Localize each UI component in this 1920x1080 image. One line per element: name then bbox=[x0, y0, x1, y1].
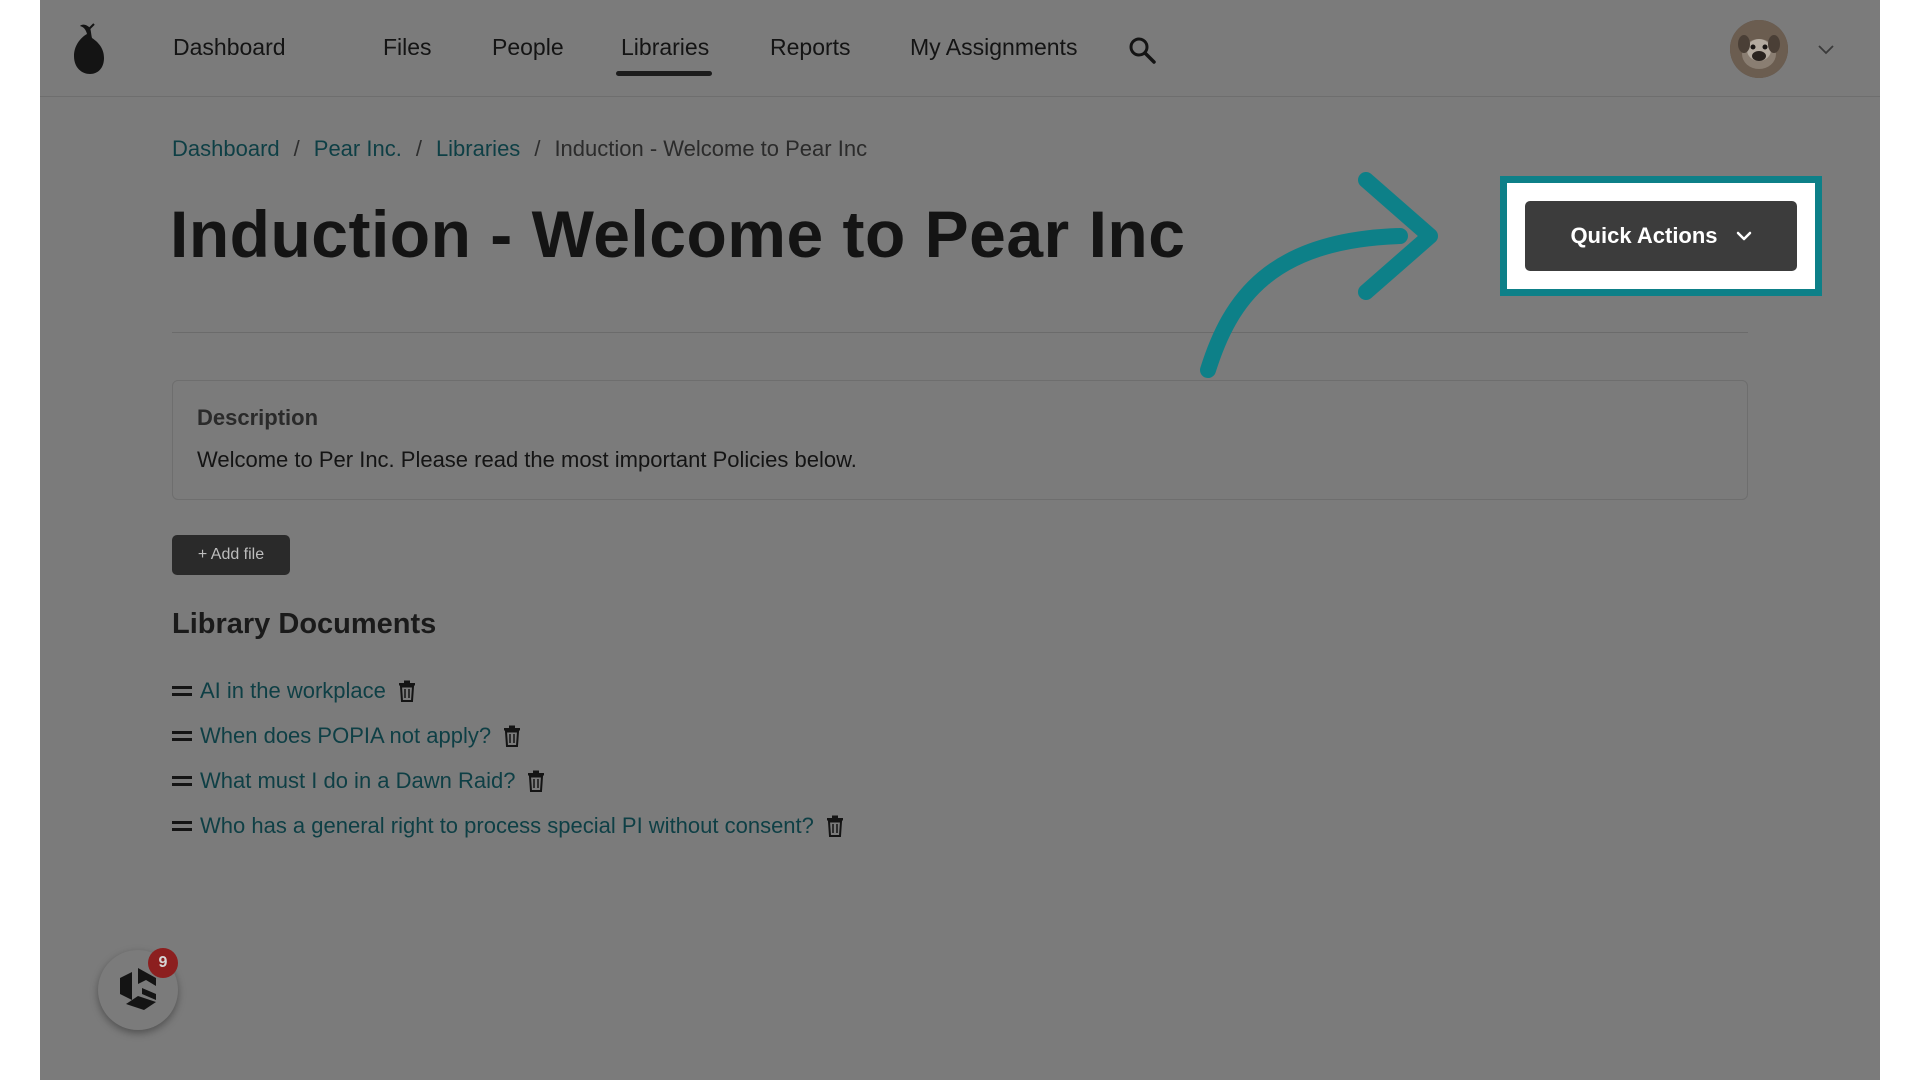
nav-active-indicator bbox=[616, 71, 712, 76]
add-file-button[interactable]: + Add file bbox=[172, 535, 290, 575]
notification-badge: 9 bbox=[148, 948, 178, 978]
description-panel: Description Welcome to Per Inc. Please r… bbox=[172, 380, 1748, 500]
trash-icon[interactable] bbox=[398, 680, 416, 702]
top-navigation: Dashboard Files People Libraries Reports… bbox=[40, 0, 1880, 97]
list-item: What must I do in a Dawn Raid? bbox=[172, 758, 844, 803]
chevron-down-icon[interactable] bbox=[1817, 42, 1835, 56]
nav-reports[interactable]: Reports bbox=[770, 34, 851, 61]
breadcrumb-dashboard[interactable]: Dashboard bbox=[172, 136, 280, 162]
app-window: Dashboard Files People Libraries Reports… bbox=[40, 0, 1880, 1080]
document-link[interactable]: What must I do in a Dawn Raid? bbox=[200, 768, 515, 794]
quick-actions-label: Quick Actions bbox=[1570, 223, 1718, 248]
description-text: Welcome to Per Inc. Please read the most… bbox=[197, 447, 857, 472]
drag-handle-icon[interactable] bbox=[172, 729, 192, 743]
title-divider bbox=[172, 332, 1748, 333]
description-heading: Description bbox=[197, 405, 319, 430]
document-link[interactable]: When does POPIA not apply? bbox=[200, 723, 491, 749]
list-item: Who has a general right to process speci… bbox=[172, 803, 844, 848]
chevron-down-icon bbox=[1736, 231, 1751, 241]
breadcrumb-separator: / bbox=[534, 136, 541, 161]
trash-icon[interactable] bbox=[527, 770, 545, 792]
library-documents-heading: Library Documents bbox=[172, 608, 437, 640]
breadcrumb-libraries[interactable]: Libraries bbox=[436, 136, 520, 162]
breadcrumb-separator: / bbox=[415, 136, 422, 161]
trash-icon[interactable] bbox=[826, 815, 844, 837]
document-link[interactable]: AI in the workplace bbox=[200, 678, 386, 704]
library-documents-list: AI in the workplace When does POPIA not … bbox=[172, 668, 844, 848]
trash-icon[interactable] bbox=[503, 725, 521, 747]
drag-handle-icon[interactable] bbox=[172, 819, 192, 833]
document-link[interactable]: Who has a general right to process speci… bbox=[200, 813, 814, 839]
curved-arrow-icon bbox=[1200, 172, 1438, 378]
quick-actions-button[interactable]: Quick Actions bbox=[1525, 201, 1797, 271]
nav-dashboard[interactable]: Dashboard bbox=[173, 34, 286, 61]
pear-logo-icon[interactable] bbox=[68, 22, 108, 76]
breadcrumb: Dashboard / Pear Inc. / Libraries / Indu… bbox=[172, 136, 867, 162]
breadcrumb-pear-inc[interactable]: Pear Inc. bbox=[314, 136, 402, 162]
right-margin bbox=[1880, 0, 1920, 1080]
drag-handle-icon[interactable] bbox=[172, 684, 192, 698]
search-icon[interactable] bbox=[1128, 36, 1156, 64]
nav-people[interactable]: People bbox=[492, 34, 564, 61]
nav-my-assignments[interactable]: My Assignments bbox=[910, 34, 1077, 61]
breadcrumb-separator: / bbox=[293, 136, 300, 161]
list-item: AI in the workplace bbox=[172, 668, 844, 713]
left-margin bbox=[0, 0, 40, 1080]
nav-libraries[interactable]: Libraries bbox=[621, 34, 709, 61]
list-item: When does POPIA not apply? bbox=[172, 713, 844, 758]
page-title: Induction - Welcome to Pear Inc bbox=[170, 197, 1186, 271]
breadcrumb-current: Induction - Welcome to Pear Inc bbox=[554, 136, 868, 161]
drag-handle-icon[interactable] bbox=[172, 774, 192, 788]
user-avatar[interactable] bbox=[1730, 20, 1788, 78]
nav-files[interactable]: Files bbox=[383, 34, 432, 61]
